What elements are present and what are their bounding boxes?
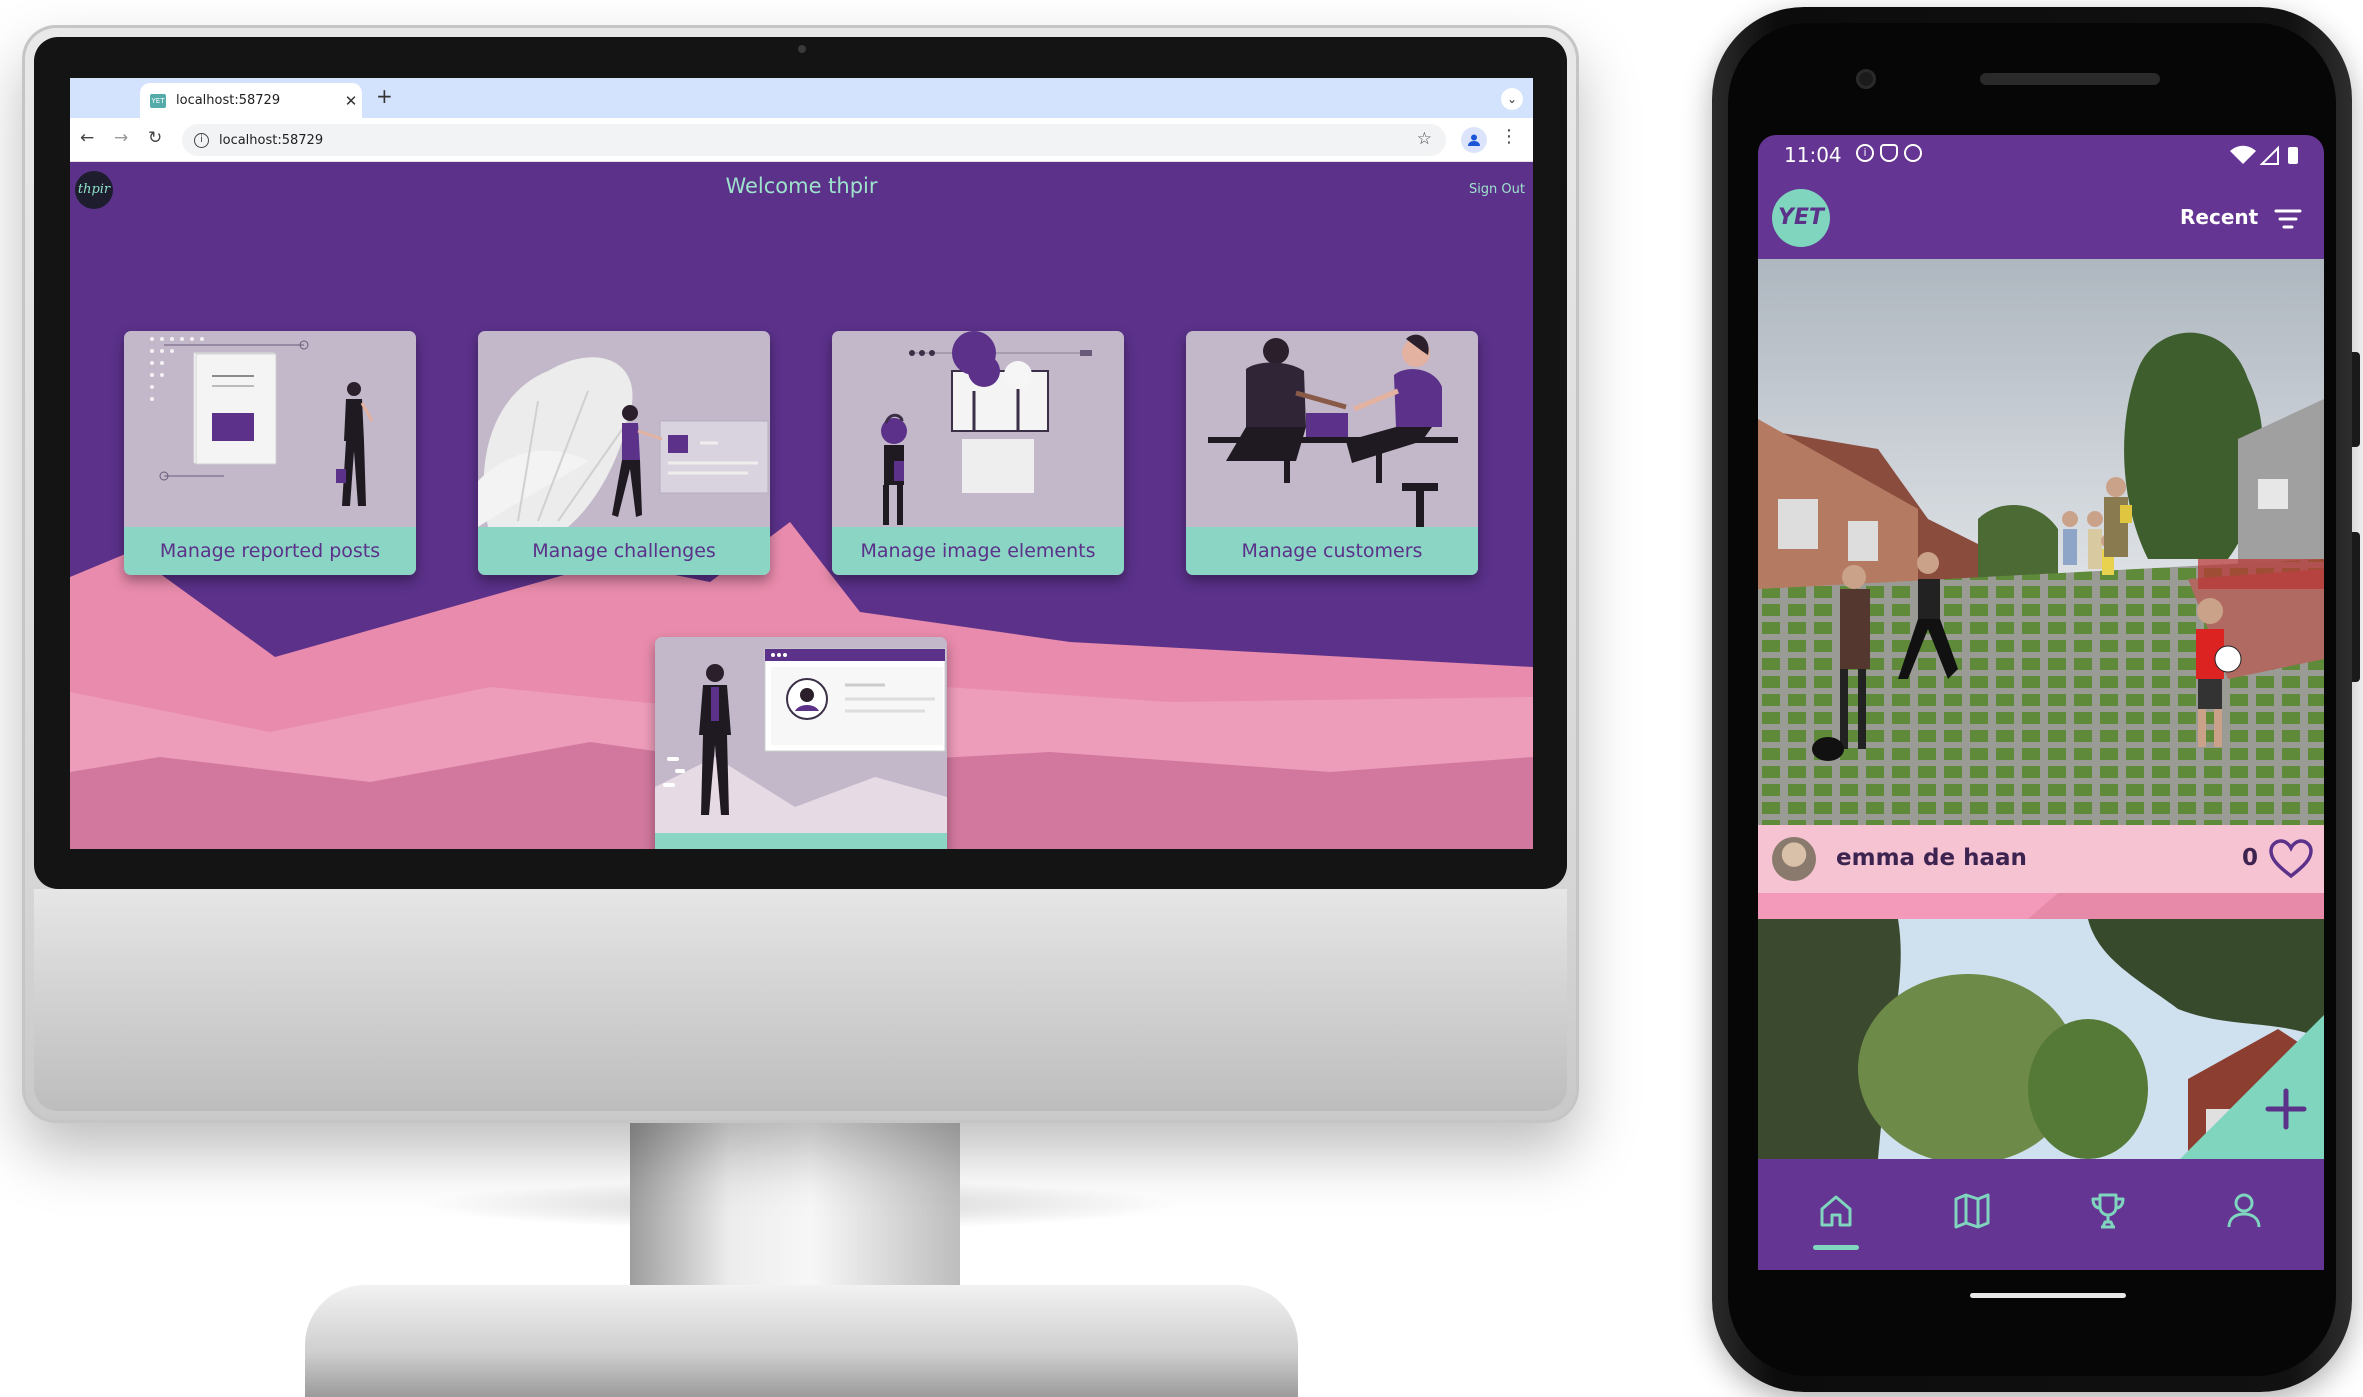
- monitor-stand-neck: [630, 1123, 960, 1293]
- browser-menu-icon[interactable]: ⋮: [1500, 126, 1518, 147]
- browser-tab-strip: YET localhost:58729 ✕ + ⌄: [70, 78, 1533, 118]
- challenges-illustration: [478, 357, 769, 527]
- like-count: 0: [2242, 845, 2259, 871]
- user-avatar[interactable]: [1772, 837, 1816, 881]
- nav-home[interactable]: [1806, 1181, 1866, 1241]
- address-bar[interactable]: i localhost:58729 ☆: [182, 124, 1446, 156]
- status-bar: 11:04 i: [1758, 135, 2324, 177]
- monitor-screen: YET localhost:58729 ✕ + ⌄ ← → ↻ i localh…: [70, 78, 1533, 849]
- sort-label[interactable]: Recent: [2180, 205, 2258, 229]
- nav-profile[interactable]: [2214, 1181, 2274, 1241]
- card-label: Manage customers: [1186, 527, 1478, 575]
- yet-logo[interactable]: YET: [1772, 189, 1830, 247]
- card-label: Manage challenges: [478, 527, 770, 575]
- phone-volume-button: [2352, 532, 2360, 682]
- card-label: Manage image elements: [832, 527, 1124, 575]
- card-label: Manage reported posts: [124, 527, 416, 575]
- card-manage-customers[interactable]: Manage customers: [1186, 331, 1478, 575]
- nav-challenges[interactable]: [2078, 1181, 2138, 1241]
- map-icon: [1954, 1193, 1990, 1229]
- phone-speaker: [1980, 73, 2160, 85]
- favicon-icon: YET: [150, 93, 166, 108]
- tab-search-chevron-icon[interactable]: ⌄: [1501, 88, 1523, 110]
- card-manage-image-elements[interactable]: Manage image elements: [832, 331, 1124, 575]
- card-label: [655, 833, 947, 849]
- post-divider: [1758, 893, 2324, 919]
- post-username[interactable]: emma de haan: [1836, 845, 2027, 871]
- street-scene-image: [1758, 259, 2324, 825]
- reload-icon[interactable]: ↻: [148, 128, 162, 148]
- home-icon: [1820, 1195, 1852, 1227]
- profile-avatar-icon[interactable]: [1461, 127, 1487, 153]
- close-tab-icon[interactable]: ✕: [340, 92, 362, 110]
- gesture-bar: [1970, 1293, 2126, 1298]
- nav-active-indicator: [1813, 1245, 1859, 1250]
- tab-title: localhost:58729: [176, 93, 281, 108]
- monitor-stand-base: [305, 1285, 1298, 1397]
- card-manage-admins[interactable]: [655, 637, 947, 849]
- sign-out-button[interactable]: Sign Out: [1469, 182, 1525, 197]
- bottom-navigation: [1758, 1159, 2324, 1270]
- new-tab-button[interactable]: +: [376, 84, 393, 108]
- card-manage-challenges[interactable]: Manage challenges: [478, 331, 770, 575]
- add-post-button[interactable]: [2180, 1015, 2324, 1159]
- filter-icon[interactable]: [2274, 208, 2302, 230]
- customers-illustration: [1208, 334, 1458, 527]
- back-arrow-icon[interactable]: ←: [80, 128, 94, 148]
- trophy-icon: [2091, 1193, 2125, 1229]
- browser-tab[interactable]: YET localhost:58729 ✕: [140, 83, 362, 118]
- notification-icon: [1904, 144, 1922, 162]
- reported-posts-illustration: [150, 337, 374, 506]
- info-icon: i: [1856, 144, 1874, 162]
- post-footer: emma de haan 0: [1758, 825, 2324, 893]
- admin-app: thpir Welcome thpir Sign Out Manage repo…: [70, 162, 1533, 849]
- phone-bezel: 11:04 i YET Recent emma de haan 0: [1728, 23, 2336, 1376]
- browser-toolbar: ← → ↻ i localhost:58729 ☆ ⋮: [70, 118, 1533, 162]
- shield-icon: [1880, 144, 1898, 162]
- forward-arrow-icon[interactable]: →: [114, 128, 128, 148]
- card-manage-reported-posts[interactable]: Manage reported posts: [124, 331, 416, 575]
- site-info-icon[interactable]: i: [194, 132, 209, 148]
- system-status-icons: [2230, 145, 2298, 165]
- welcome-title: Welcome thpir: [725, 174, 878, 198]
- profile-icon: [2227, 1193, 2261, 1228]
- phone-screen: 11:04 i YET Recent emma de haan 0: [1758, 135, 2324, 1270]
- heart-icon[interactable]: [2268, 839, 2314, 879]
- monitor-chin: [34, 889, 1567, 1111]
- admins-illustration: [655, 648, 947, 833]
- phone-device: 11:04 i YET Recent emma de haan 0: [1712, 7, 2360, 1392]
- nav-map[interactable]: [1942, 1181, 2002, 1241]
- bookmark-star-icon[interactable]: ☆: [1417, 129, 1432, 149]
- post-photo[interactable]: [1758, 259, 2324, 825]
- address-url: localhost:58729: [219, 132, 324, 148]
- phone-camera: [1856, 69, 1876, 89]
- phone-power-button: [2352, 352, 2360, 447]
- image-elements-illustration: [881, 331, 1092, 525]
- status-time: 11:04: [1784, 143, 1842, 167]
- monitor-camera: [798, 45, 806, 53]
